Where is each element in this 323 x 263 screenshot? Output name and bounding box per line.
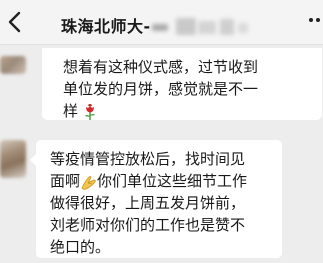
- chat-title: 珠海北师大-: [61, 17, 151, 36]
- message-line: 想着有这种仪式感，过节收到: [63, 58, 259, 76]
- message-line: 面啊: [50, 172, 81, 190]
- message-bubble: 想着有这种仪式感，过节收到 单位发的月饼，感觉就是不一 样: [42, 48, 322, 120]
- rose-icon: [84, 103, 95, 120]
- redacted-name-part: [220, 19, 234, 35]
- message-line: 样: [63, 102, 79, 120]
- chat-header: 珠海北师大-: [0, 0, 323, 45]
- message-line: 刘老师对你们的工作也是赞不: [50, 216, 246, 234]
- redacted-name-part: [238, 23, 248, 33]
- message-line: 等疫情管控放松后，找时间见: [50, 150, 246, 168]
- redacted-name-part: [176, 18, 196, 35]
- folded-hands-icon: [81, 175, 96, 190]
- redacted-name-part: [198, 21, 216, 34]
- redacted-name-part: [152, 24, 168, 31]
- more-dots-icon[interactable]: [309, 18, 323, 26]
- message-bubble: 等疫情管控放松后，找时间见 面啊 你们单位这些细节工作 做得很好，上周五发月饼前…: [30, 140, 282, 258]
- chevron-left-icon[interactable]: [4, 8, 26, 36]
- message-line: 绝口的。: [50, 238, 111, 256]
- avatar[interactable]: [0, 56, 26, 74]
- message-line: 单位发的月饼，感觉就是不一: [63, 80, 259, 98]
- message-line: 你们单位这些细节工作: [97, 172, 248, 190]
- message-line: 做得很好，上周五发月饼前，: [50, 194, 246, 212]
- avatar[interactable]: [0, 140, 26, 178]
